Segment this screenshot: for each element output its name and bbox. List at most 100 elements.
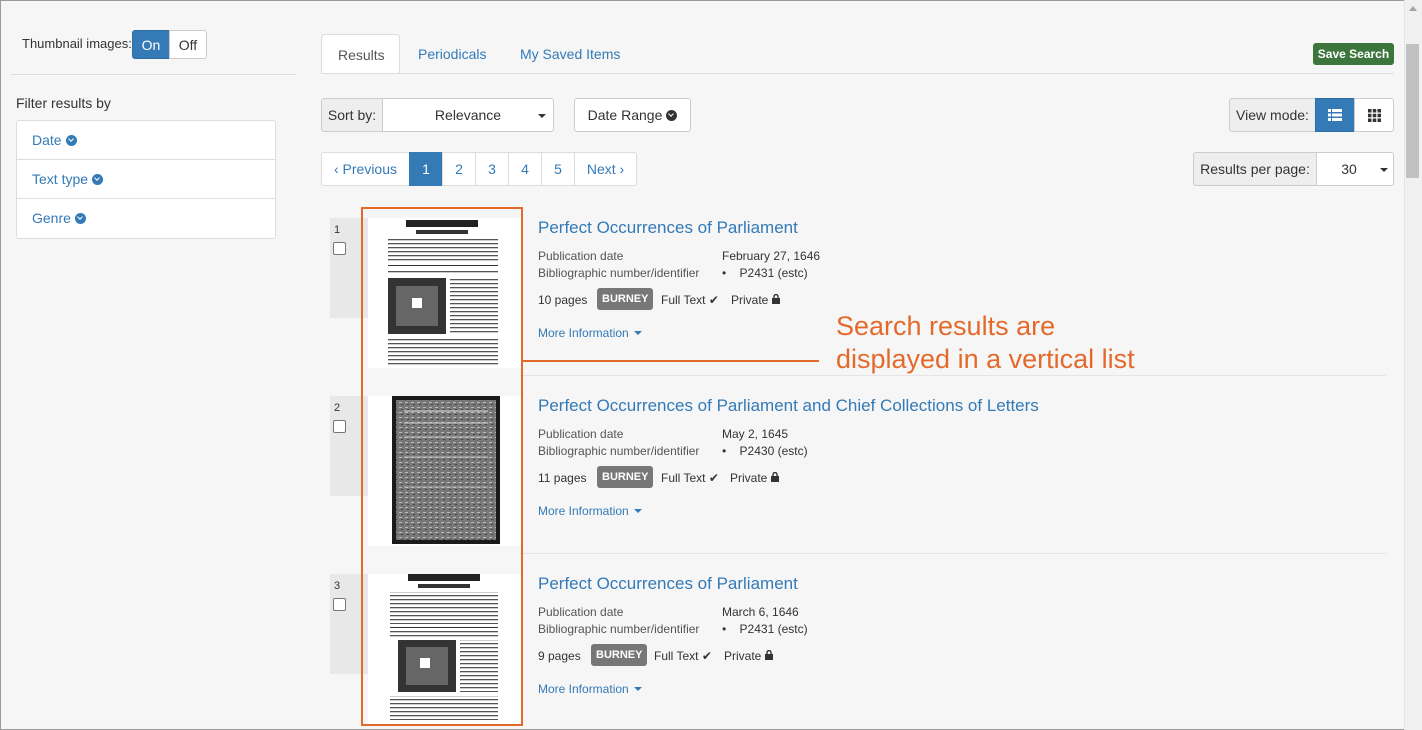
private-indicator: Private	[731, 293, 780, 307]
private-label: Private	[730, 471, 768, 485]
bibliographic-label: Bibliographic number/identifier	[538, 266, 700, 280]
publication-date-value: May 2, 1645	[722, 427, 789, 441]
per-page-label: Results per page:	[1193, 152, 1317, 186]
filter-text-type-label: Text type	[32, 171, 89, 187]
more-information-toggle[interactable]: More Information	[538, 682, 642, 696]
result-number: 2	[334, 402, 341, 414]
sort-value: Relevance	[434, 107, 502, 123]
previous-page-button[interactable]: ‹ Previous	[321, 152, 410, 186]
filter-genre[interactable]: Genre	[17, 199, 275, 238]
scroll-up-arrow-icon[interactable]	[1409, 6, 1417, 11]
checkmark-icon: ✔	[701, 649, 712, 663]
tab-results[interactable]: Results	[321, 34, 400, 74]
tab-periodicals[interactable]: Periodicals	[402, 34, 502, 74]
sort-select[interactable]: Relevance	[382, 98, 554, 132]
collection-badge: BURNEY	[597, 466, 654, 488]
publication-date-value: March 6, 1646	[722, 605, 799, 619]
result-separator	[520, 553, 1386, 554]
filter-text-type[interactable]: Text type	[17, 160, 275, 199]
filter-heading: Filter results by	[16, 95, 111, 111]
grid-icon	[1367, 108, 1381, 122]
more-information-label: More Information	[538, 326, 629, 340]
thumbnail-on-button[interactable]: On	[132, 30, 170, 59]
result-checkbox[interactable]	[333, 242, 346, 255]
result-title-link[interactable]: Perfect Occurrences of Parliament and Ch…	[538, 396, 1039, 416]
bibliographic-id: P2431 (estc)	[739, 266, 808, 280]
private-label: Private	[724, 649, 762, 663]
chevron-down-icon	[74, 213, 86, 224]
callout-line	[523, 360, 819, 362]
caret-down-icon	[538, 114, 546, 118]
caret-down-icon	[633, 509, 642, 513]
fulltext-indicator: Full Text ✔	[661, 293, 719, 307]
list-icon	[1328, 109, 1342, 121]
filter-date[interactable]: Date	[17, 121, 275, 160]
checkmark-icon: ✔	[708, 471, 719, 485]
next-page-button[interactable]: Next ›	[574, 152, 637, 186]
private-label: Private	[731, 293, 769, 307]
thumbnail-highlight-box	[361, 207, 523, 726]
bibliographic-value: • P2431 (estc)	[722, 266, 808, 280]
collection-badge: BURNEY	[597, 288, 654, 310]
result-title-link[interactable]: Perfect Occurrences of Parliament	[538, 574, 798, 594]
chevron-down-icon	[92, 174, 104, 185]
tab-my-saved-items[interactable]: My Saved Items	[504, 34, 636, 74]
result-checkbox[interactable]	[333, 598, 346, 611]
more-information-label: More Information	[538, 504, 629, 518]
per-page-value: 30	[1341, 161, 1357, 177]
page-3-button[interactable]: 3	[475, 152, 509, 186]
fulltext-label: Full Text	[661, 293, 706, 307]
date-range-label: Date Range	[587, 107, 663, 123]
bibliographic-label: Bibliographic number/identifier	[538, 444, 700, 458]
chevron-down-icon	[65, 135, 77, 146]
fulltext-label: Full Text	[661, 471, 706, 485]
result-checkbox[interactable]	[333, 420, 346, 433]
page-count: 9 pages	[538, 649, 581, 663]
page-2-button[interactable]: 2	[442, 152, 476, 186]
list-view-button[interactable]	[1315, 98, 1355, 132]
annotation-line-2: displayed in a vertical list	[836, 344, 1135, 374]
fulltext-indicator: Full Text ✔	[654, 649, 712, 663]
result-title-link[interactable]: Perfect Occurrences of Parliament	[538, 218, 798, 238]
bibliographic-id: P2431 (estc)	[739, 622, 808, 636]
filter-panel: Date Text type Genre	[16, 120, 276, 239]
publication-date-label: Publication date	[538, 249, 624, 263]
page-5-button[interactable]: 5	[541, 152, 575, 186]
page-count: 10 pages	[538, 293, 588, 307]
filter-genre-label: Genre	[32, 210, 71, 226]
bibliographic-value: • P2431 (estc)	[722, 622, 808, 636]
caret-down-icon	[633, 331, 642, 335]
annotation-text: Search results are displayed in a vertic…	[836, 310, 1135, 376]
page-4-button[interactable]: 4	[508, 152, 542, 186]
bibliographic-label: Bibliographic number/identifier	[538, 622, 700, 636]
grid-view-button[interactable]	[1354, 98, 1394, 132]
date-range-button[interactable]: Date Range	[574, 98, 691, 132]
more-information-toggle[interactable]: More Information	[538, 504, 642, 518]
result-number: 3	[334, 580, 341, 592]
private-indicator: Private	[730, 471, 779, 485]
more-information-label: More Information	[538, 682, 629, 696]
save-search-button[interactable]: Save Search	[1313, 43, 1394, 65]
publication-date-label: Publication date	[538, 427, 624, 441]
more-information-toggle[interactable]: More Information	[538, 326, 642, 340]
fulltext-indicator: Full Text ✔	[661, 471, 719, 485]
thumbnail-toggle-label: Thumbnail images:	[22, 36, 132, 51]
page-1-button[interactable]: 1	[409, 152, 443, 186]
per-page-select[interactable]: 30	[1316, 152, 1394, 186]
bibliographic-id: P2430 (estc)	[739, 444, 808, 458]
view-mode-label: View mode:	[1229, 98, 1316, 132]
publication-date-label: Publication date	[538, 605, 624, 619]
sort-label: Sort by:	[321, 98, 383, 132]
caret-down-icon	[633, 687, 642, 691]
caret-down-icon	[1380, 168, 1388, 172]
scrollbar-thumb[interactable]	[1406, 44, 1419, 178]
publication-date-value: February 27, 1646	[722, 249, 821, 263]
page-count: 11 pages	[538, 471, 587, 485]
checkmark-icon: ✔	[708, 293, 719, 307]
chevron-down-icon	[666, 109, 678, 121]
collection-badge: BURNEY	[591, 644, 648, 666]
thumbnail-off-button[interactable]: Off	[169, 30, 207, 59]
pagination: ‹ Previous 1 2 3 4 5 Next ›	[321, 152, 637, 186]
tab-underline	[321, 73, 1394, 74]
bibliographic-value: • P2430 (estc)	[722, 444, 808, 458]
